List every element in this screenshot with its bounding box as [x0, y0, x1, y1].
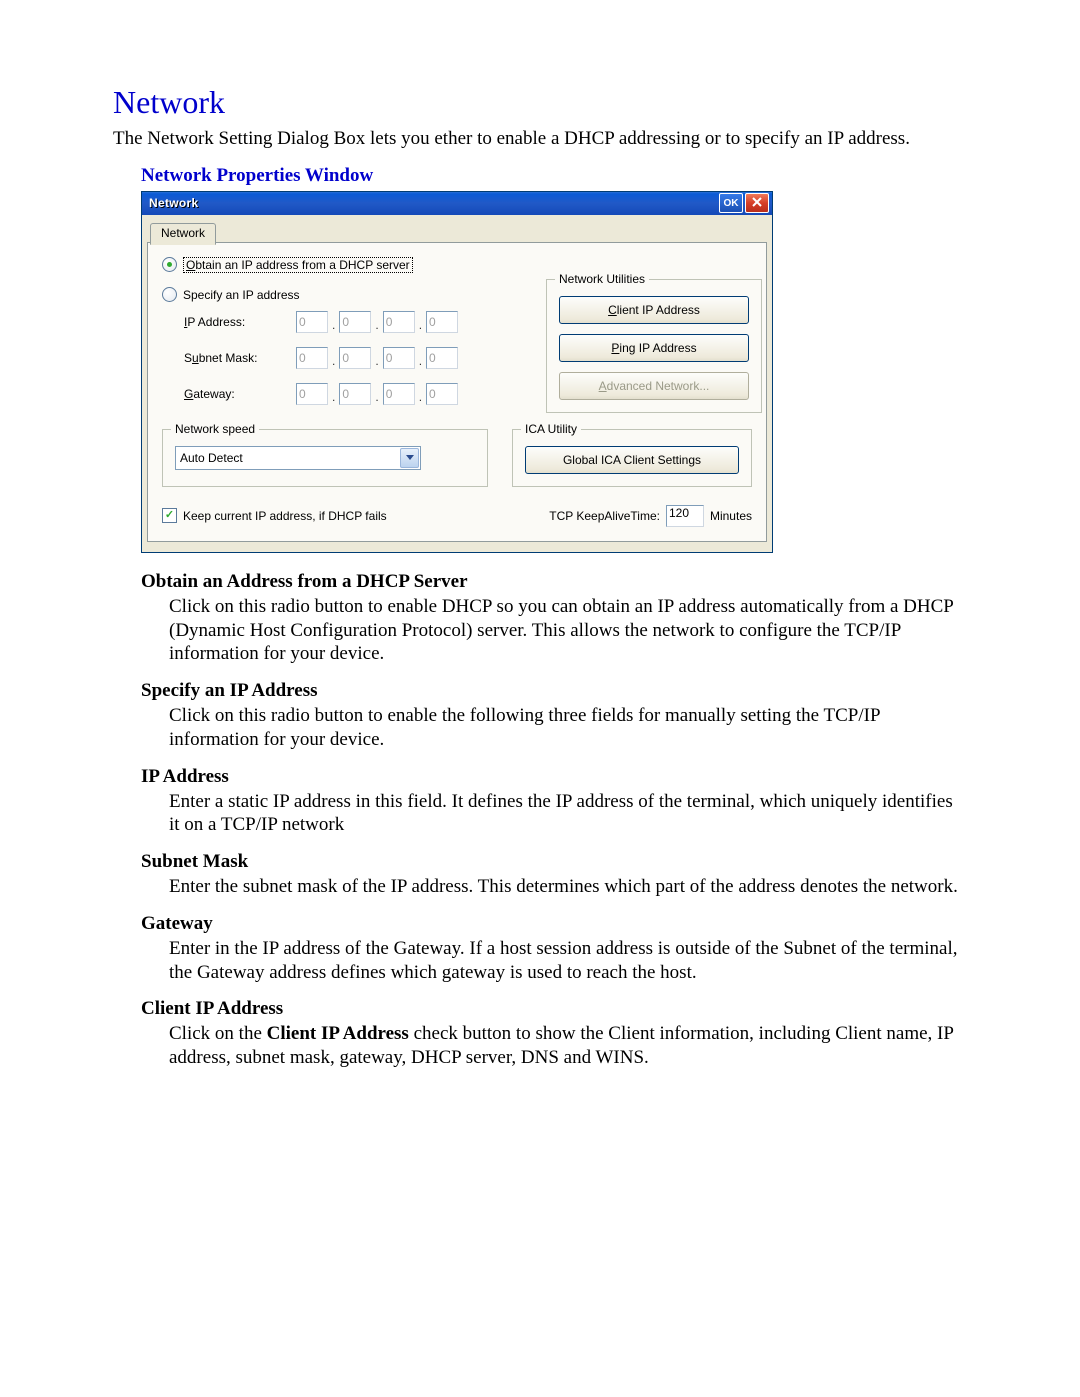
- close-button[interactable]: [745, 193, 769, 213]
- subnet-mask-label: Subnet Mask:: [184, 351, 296, 365]
- radio-icon: [162, 257, 177, 272]
- network-speed-combo[interactable]: Auto Detect: [175, 446, 421, 470]
- network-window: Network OK Network Obtain an IP address …: [141, 191, 773, 553]
- term-gateway: Gateway: [113, 913, 967, 935]
- gateway-label: Gateway:: [184, 387, 296, 401]
- subnet-mask-field[interactable]: 0. 0. 0. 0: [296, 347, 522, 369]
- term-subnet: Subnet Mask: [113, 851, 967, 873]
- keep-ip-checkbox[interactable]: [162, 508, 177, 523]
- radio-obtain-dhcp[interactable]: Obtain an IP address from a DHCP server: [162, 255, 752, 275]
- ip-octet[interactable]: 0: [426, 347, 458, 369]
- ip-octet[interactable]: 0: [296, 311, 328, 333]
- ip-octet[interactable]: 0: [383, 311, 415, 333]
- desc-ip: Enter a static IP address in this field.…: [113, 790, 967, 838]
- desc-subnet: Enter the subnet mask of the IP address.…: [113, 875, 967, 899]
- radio-obtain-label: Obtain an IP address from a DHCP server: [183, 257, 413, 273]
- client-ip-button[interactable]: Client IP Address: [559, 296, 749, 324]
- keepalive-input[interactable]: 120: [666, 505, 704, 527]
- ip-octet[interactable]: 0: [426, 383, 458, 405]
- ica-legend: ICA Utility: [521, 422, 581, 436]
- desc-specify: Click on this radio button to enable the…: [113, 704, 967, 752]
- titlebar: Network OK: [142, 192, 772, 215]
- tab-network[interactable]: Network: [150, 223, 216, 245]
- ip-octet[interactable]: 0: [339, 311, 371, 333]
- desc-obtain: Click on this radio button to enable DHC…: [113, 595, 967, 666]
- network-speed-group: Network speed Auto Detect: [162, 429, 488, 487]
- ica-utility-group: ICA Utility Global ICA Client Settings: [512, 429, 752, 487]
- radio-specify-label: Specify an IP address: [183, 288, 300, 302]
- ip-octet[interactable]: 0: [296, 347, 328, 369]
- utilities-legend: Network Utilities: [555, 272, 649, 286]
- ok-button[interactable]: OK: [719, 193, 743, 213]
- ip-octet[interactable]: 0: [339, 347, 371, 369]
- term-specify: Specify an IP Address: [113, 680, 967, 702]
- advanced-network-button[interactable]: Advanced Network...: [559, 372, 749, 400]
- tab-panel: Obtain an IP address from a DHCP server …: [147, 242, 767, 542]
- term-client-ip: Client IP Address: [113, 998, 967, 1020]
- ip-address-field[interactable]: 0. 0. 0. 0: [296, 311, 522, 333]
- keepalive-unit: Minutes: [710, 509, 752, 523]
- ip-address-label: IP Address:: [184, 315, 296, 329]
- chevron-down-icon: [400, 448, 419, 468]
- radio-specify-ip[interactable]: Specify an IP address: [162, 285, 522, 305]
- figure-caption: Network Properties Window: [113, 165, 967, 187]
- network-utilities-group: Network Utilities Client IP Address Ping…: [546, 279, 762, 413]
- window-title: Network: [149, 196, 717, 210]
- desc-client-ip: Click on the Client IP Address check but…: [113, 1022, 967, 1070]
- global-ica-button[interactable]: Global ICA Client Settings: [525, 446, 739, 474]
- page-heading: Network: [113, 84, 967, 121]
- gateway-field[interactable]: 0. 0. 0. 0: [296, 383, 522, 405]
- keep-ip-label: Keep current IP address, if DHCP fails: [183, 509, 387, 523]
- ip-octet[interactable]: 0: [296, 383, 328, 405]
- close-icon: [752, 197, 762, 210]
- speed-legend: Network speed: [171, 422, 259, 436]
- ip-octet[interactable]: 0: [383, 383, 415, 405]
- intro-text: The Network Setting Dialog Box lets you …: [113, 127, 967, 151]
- ip-octet[interactable]: 0: [339, 383, 371, 405]
- combo-value: Auto Detect: [180, 451, 243, 465]
- term-ip: IP Address: [113, 766, 967, 788]
- term-obtain: Obtain an Address from a DHCP Server: [113, 571, 967, 593]
- radio-icon: [162, 287, 177, 302]
- keepalive-label: TCP KeepAliveTime:: [549, 509, 660, 523]
- ip-octet[interactable]: 0: [383, 347, 415, 369]
- ping-ip-button[interactable]: Ping IP Address: [559, 334, 749, 362]
- desc-gateway: Enter in the IP address of the Gateway. …: [113, 937, 967, 985]
- ip-octet[interactable]: 0: [426, 311, 458, 333]
